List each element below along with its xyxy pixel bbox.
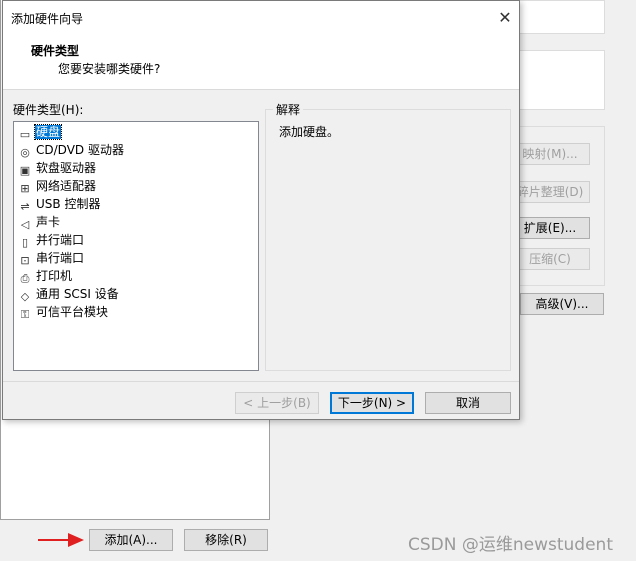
list-item-label: 声卡 <box>36 215 61 229</box>
red-arrow-annotation <box>38 533 84 547</box>
header-title: 硬件类型 <box>31 44 80 58</box>
expand-button[interactable]: 扩展(E)... <box>510 217 590 239</box>
serial-port-icon: ⊡ <box>20 254 30 267</box>
explanation-text: 添加硬盘。 <box>279 125 340 139</box>
dialog-title: 添加硬件向导 <box>11 12 84 26</box>
hardware-type-list[interactable]: ▭ 硬盘 ◎ CD/DVD 驱动器 ▣ 软盘驱动器 ⊞ 网络适配器 ⇌ USB 控制器 ◁ 声卡 ▯ 并行… <box>13 121 259 371</box>
mapping-button[interactable]: 映射(M)... <box>510 143 590 165</box>
list-item-label: 串行端口 <box>36 251 85 265</box>
list-item-label: 硬盘 <box>33 124 63 140</box>
printer-icon: ⎙ <box>20 272 30 285</box>
list-item[interactable]: ▯ 并行端口 <box>18 231 85 249</box>
next-button[interactable]: 下一步(N) > <box>330 392 414 414</box>
list-item[interactable]: ▣ 软盘驱动器 <box>18 159 97 177</box>
advanced-button[interactable]: 高级(V)... <box>520 293 604 315</box>
list-item-label: 并行端口 <box>36 233 85 247</box>
parallel-port-icon: ▯ <box>21 236 29 249</box>
list-item[interactable]: ◎ CD/DVD 驱动器 <box>18 141 125 159</box>
explanation-group <box>265 109 511 371</box>
list-item-label: 网络适配器 <box>36 179 97 193</box>
tpm-icon: ⚿ <box>20 308 30 321</box>
compress-button[interactable]: 压缩(C) <box>510 248 590 270</box>
hardware-type-label: 硬件类型(H): <box>13 103 84 117</box>
list-item-label: 可信平台模块 <box>36 305 109 319</box>
header-subtitle: 您要安装哪类硬件? <box>58 62 161 76</box>
dialog-titlebar: 添加硬件向导 ✕ <box>3 1 519 34</box>
list-item-label: 通用 SCSI 设备 <box>36 287 119 301</box>
button-separator <box>3 381 519 382</box>
list-item[interactable]: ◇ 通用 SCSI 设备 <box>18 285 120 303</box>
usb-icon: ⇌ <box>20 200 30 213</box>
remove-hardware-button[interactable]: 移除(R) <box>184 529 268 551</box>
list-item-label: 软盘驱动器 <box>36 161 97 175</box>
list-item[interactable]: ⊞ 网络适配器 <box>18 177 97 195</box>
network-adapter-icon: ⊞ <box>20 182 30 195</box>
cd-dvd-icon: ◎ <box>20 146 30 159</box>
list-item[interactable]: ⚿ 可信平台模块 <box>18 303 109 321</box>
watermark: CSDN @运维newstudent <box>408 535 613 555</box>
add-hardware-button[interactable]: 添加(A)... <box>89 529 173 551</box>
list-item-label: USB 控制器 <box>36 197 101 211</box>
wizard-header: 硬件类型 您要安装哪类硬件? <box>3 34 519 90</box>
scsi-icon: ◇ <box>20 290 30 303</box>
add-hardware-wizard-dialog: 添加硬件向导 ✕ 硬件类型 您要安装哪类硬件? 硬件类型(H): ▭ 硬盘 ◎ CD/… <box>2 0 520 420</box>
list-item-label: 打印机 <box>36 269 73 283</box>
list-item[interactable]: ⎙ 打印机 <box>18 267 73 285</box>
list-item[interactable]: ▭ 硬盘 <box>18 123 63 141</box>
list-item[interactable]: ⇌ USB 控制器 <box>18 195 101 213</box>
explanation-legend: 解释 <box>273 101 304 118</box>
speaker-icon: ◁ <box>20 218 30 231</box>
close-icon[interactable]: ✕ <box>493 7 517 29</box>
hard-disk-icon: ▭ <box>19 128 31 141</box>
list-item[interactable]: ◁ 声卡 <box>18 213 61 231</box>
floppy-icon: ▣ <box>19 164 31 177</box>
list-item-label: CD/DVD 驱动器 <box>36 143 124 157</box>
defrag-button[interactable]: 碎片整理(D) <box>510 181 590 203</box>
list-item[interactable]: ⊡ 串行端口 <box>18 249 85 267</box>
back-button[interactable]: < 上一步(B) <box>235 392 319 414</box>
cancel-button[interactable]: 取消 <box>425 392 511 414</box>
